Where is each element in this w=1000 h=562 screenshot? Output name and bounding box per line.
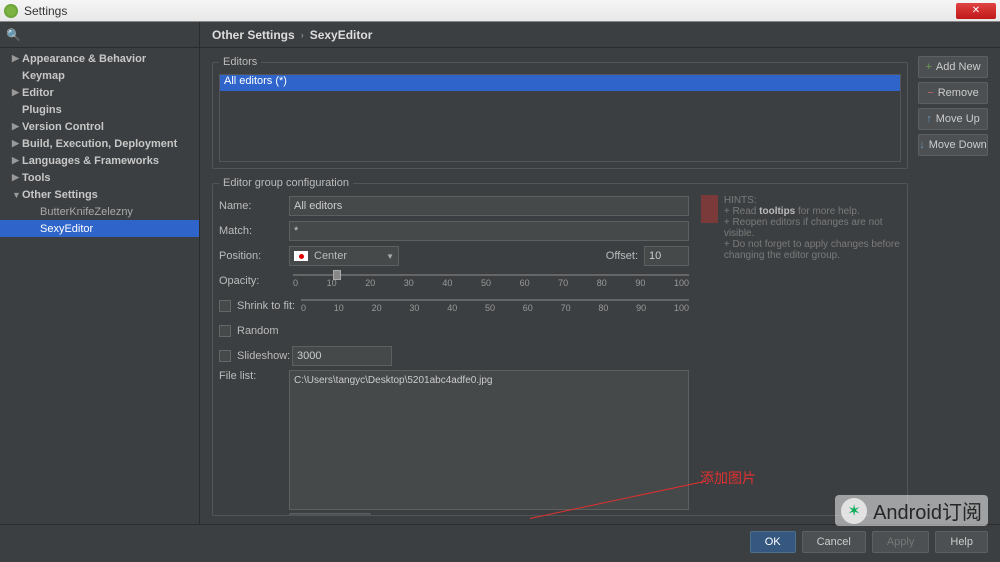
tree-item-label: Appearance & Behavior [22, 53, 146, 65]
tree-item[interactable]: ▶Languages & Frameworks [0, 152, 199, 169]
editors-list[interactable]: All editors (*) [219, 74, 901, 162]
tree-item[interactable]: ▶Tools [0, 169, 199, 186]
hints-title: HINTS: [724, 195, 901, 206]
name-label: Name: [219, 200, 289, 212]
tree-item[interactable]: ▶Build, Execution, Deployment [0, 135, 199, 152]
editors-fieldset: Editors All editors (*) [212, 56, 908, 169]
name-input[interactable] [289, 196, 689, 216]
slider-thumb[interactable] [333, 270, 341, 280]
position-value: Center [314, 250, 347, 262]
breadcrumb: Other Settings › SexyEditor [200, 22, 1000, 48]
breadcrumb-parent[interactable]: Other Settings [212, 28, 295, 42]
tree-arrow-icon: ▶ [12, 87, 22, 98]
tree-arrow-icon: ▶ [12, 121, 22, 132]
tree-arrow-icon: ▶ [12, 138, 22, 149]
position-dropdown[interactable]: Center ▼ [289, 246, 399, 266]
tree-arrow-icon: ▶ [12, 155, 22, 166]
random-checkbox[interactable] [219, 325, 231, 337]
tree-item[interactable]: ▶Editor [0, 84, 199, 101]
tree-item-label: Tools [22, 172, 51, 184]
app-icon [4, 4, 18, 18]
slideshow-input[interactable] [292, 346, 392, 366]
add-new-button[interactable]: +Add New [918, 56, 988, 78]
move-up-button[interactable]: ↑Move Up [918, 108, 988, 130]
sidebar: 🔍 ▶Appearance & BehaviorKeymap▶EditorPlu… [0, 22, 200, 524]
flag-icon [294, 251, 308, 261]
search-icon: 🔍 [6, 28, 21, 42]
random-label: Random [237, 325, 279, 337]
tree-item[interactable]: Keymap [0, 67, 199, 84]
config-legend: Editor group configuration [219, 177, 353, 189]
window-close-button[interactable]: ✕ [956, 3, 996, 19]
hints-image [701, 195, 718, 223]
tree-item-label: Languages & Frameworks [22, 155, 159, 167]
shrink-checkbox[interactable] [219, 300, 231, 312]
apply-button[interactable]: Apply [872, 531, 930, 553]
title-bar: Settings ✕ [0, 0, 1000, 22]
match-label: Match: [219, 225, 289, 237]
editors-list-row[interactable]: All editors (*) [220, 75, 900, 91]
editors-legend: Editors [219, 56, 261, 68]
chevron-down-icon: ▼ [386, 252, 394, 261]
position-label: Position: [219, 250, 289, 262]
help-button[interactable]: Help [935, 531, 988, 553]
editor-group-config-fieldset: Editor group configuration Name: Match: [212, 177, 908, 516]
tree-item[interactable]: SexyEditor [0, 220, 199, 237]
move-down-button[interactable]: ↓Move Down [918, 134, 988, 156]
tree-arrow-icon: ▼ [12, 190, 22, 200]
tree-arrow-icon: ▶ [12, 172, 22, 183]
opacity-label: Opacity: [219, 275, 289, 287]
cancel-button[interactable]: Cancel [802, 531, 866, 553]
insert-button[interactable]: ▦ Insert... [289, 513, 371, 516]
wechat-icon: ✶ [841, 498, 867, 524]
tree-item-label: Keymap [22, 70, 65, 82]
tree-item-label: Plugins [22, 104, 62, 116]
tree-item-label: Version Control [22, 121, 104, 133]
tree-item[interactable]: Plugins [0, 101, 199, 118]
search-row: 🔍 [0, 22, 199, 48]
remove-button[interactable]: −Remove [918, 82, 988, 104]
breadcrumb-current: SexyEditor [310, 28, 373, 42]
chevron-right-icon: › [301, 30, 304, 40]
hints-panel: HINTS: + Read tooltips for more help. + … [701, 195, 901, 516]
tree-arrow-icon: ▶ [12, 53, 22, 64]
tree-item[interactable]: ButterKnifeZelezny [0, 203, 199, 220]
dialog-footer: OK Cancel Apply Help [0, 524, 1000, 558]
tree-item[interactable]: ▶Version Control [0, 118, 199, 135]
tree-item-label: SexyEditor [40, 223, 93, 235]
search-input[interactable] [25, 29, 193, 41]
filelist-textarea[interactable]: C:\Users\tangyc\Desktop\5201abc4adfe0.jp… [289, 370, 689, 510]
tree-item-label: ButterKnifeZelezny [40, 206, 133, 218]
watermark: ✶ Android订阅 [835, 495, 988, 526]
opacity-slider[interactable]: 0102030405060708090100 [293, 274, 689, 288]
ok-button[interactable]: OK [750, 531, 796, 553]
filelist-label: File list: [219, 370, 289, 382]
tree-item-label: Other Settings [22, 189, 98, 201]
tree-item-label: Build, Execution, Deployment [22, 138, 177, 150]
tree-item-label: Editor [22, 87, 54, 99]
shrink-label: Shrink to fit: [237, 300, 297, 312]
slideshow-label: Slideshow: [237, 350, 292, 362]
settings-tree: ▶Appearance & BehaviorKeymap▶EditorPlugi… [0, 48, 199, 237]
match-input[interactable] [289, 221, 689, 241]
offset-input[interactable] [644, 246, 689, 266]
shrink-slider[interactable]: 0102030405060708090100 [301, 299, 689, 313]
tree-item[interactable]: ▼Other Settings [0, 186, 199, 203]
window-title: Settings [24, 4, 67, 18]
slideshow-checkbox[interactable] [219, 350, 231, 362]
tree-item[interactable]: ▶Appearance & Behavior [0, 50, 199, 67]
offset-label: Offset: [606, 250, 638, 262]
